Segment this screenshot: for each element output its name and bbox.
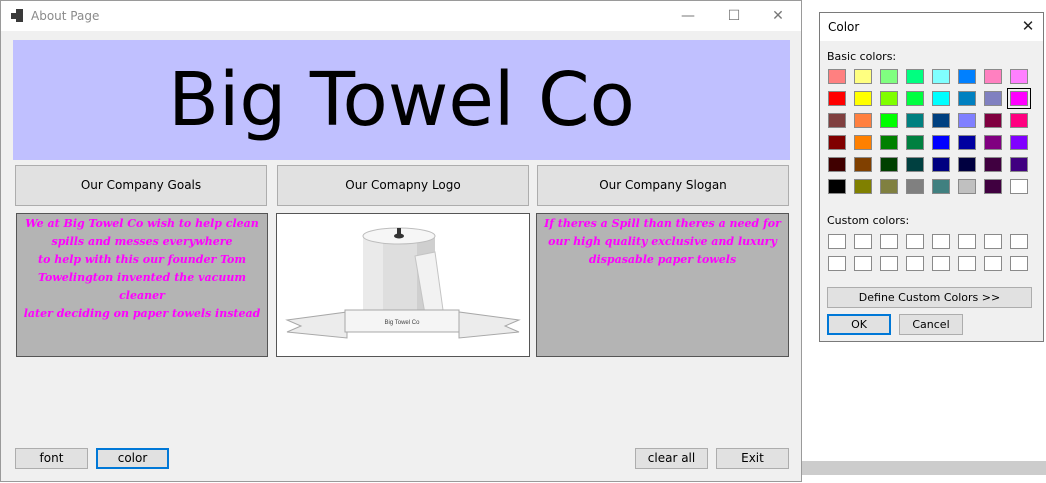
custom-color-swatch-r0-c5[interactable]	[958, 234, 976, 249]
define-custom-colors-button[interactable]: Define Custom Colors >>	[827, 287, 1032, 308]
basic-color-swatch-r5-c2[interactable]	[880, 179, 898, 194]
dialog-title-bar[interactable]: Color ✕	[820, 13, 1043, 41]
basic-color-swatch-r4-c6[interactable]	[984, 157, 1002, 172]
basic-color-swatch-r1-c0[interactable]	[828, 91, 846, 106]
basic-color-swatch-r0-c1[interactable]	[854, 69, 872, 84]
background-strip	[802, 461, 1046, 475]
custom-color-swatch-r1-c5[interactable]	[958, 256, 976, 271]
custom-colors-grid	[828, 234, 1036, 276]
custom-color-swatch-r1-c4[interactable]	[932, 256, 950, 271]
basic-color-swatch-r2-c0[interactable]	[828, 113, 846, 128]
company-slogan-button[interactable]: Our Company Slogan	[537, 165, 789, 206]
custom-color-swatch-r1-c2[interactable]	[880, 256, 898, 271]
color-dialog: Color ✕ Basic colors: Custom colors: Def…	[819, 12, 1044, 342]
basic-color-swatch-r4-c4[interactable]	[932, 157, 950, 172]
logo-picture: Big Towel Co	[276, 213, 530, 357]
about-page-window: About Page — ☐ ✕ Big Towel Co Our Compan…	[0, 0, 802, 482]
basic-color-swatch-r0-c2[interactable]	[880, 69, 898, 84]
custom-color-swatch-r0-c1[interactable]	[854, 234, 872, 249]
basic-color-swatch-r3-c7[interactable]	[1010, 135, 1028, 150]
title-bar[interactable]: About Page — ☐ ✕	[1, 1, 801, 31]
basic-colors-label: Basic colors:	[827, 50, 897, 63]
basic-color-swatch-r4-c2[interactable]	[880, 157, 898, 172]
logo-ribbon-text: Big Towel Co	[385, 320, 421, 326]
basic-color-swatch-r4-c5[interactable]	[958, 157, 976, 172]
custom-color-swatch-r0-c3[interactable]	[906, 234, 924, 249]
app-icon	[11, 9, 25, 23]
company-goals-button[interactable]: Our Company Goals	[15, 165, 267, 206]
clear-all-button[interactable]: clear all	[635, 448, 708, 469]
custom-colors-label: Custom colors:	[827, 214, 910, 227]
custom-color-swatch-r0-c4[interactable]	[932, 234, 950, 249]
basic-color-swatch-r2-c7[interactable]	[1010, 113, 1028, 128]
color-button[interactable]: color	[96, 448, 169, 469]
custom-color-swatch-r1-c7[interactable]	[1010, 256, 1028, 271]
basic-color-swatch-r0-c6[interactable]	[984, 69, 1002, 84]
custom-color-swatch-r1-c1[interactable]	[854, 256, 872, 271]
basic-color-swatch-r1-c6[interactable]	[984, 91, 1002, 106]
custom-color-swatch-r1-c3[interactable]	[906, 256, 924, 271]
custom-color-swatch-r0-c2[interactable]	[880, 234, 898, 249]
font-button[interactable]: font	[15, 448, 88, 469]
custom-color-swatch-r1-c6[interactable]	[984, 256, 1002, 271]
basic-color-swatch-r2-c3[interactable]	[906, 113, 924, 128]
goals-textbox[interactable]: We at Big Towel Co wish to help clean sp…	[16, 213, 268, 357]
cancel-button[interactable]: Cancel	[899, 314, 963, 335]
basic-color-swatch-r2-c6[interactable]	[984, 113, 1002, 128]
basic-color-swatch-r4-c3[interactable]	[906, 157, 924, 172]
exit-button[interactable]: Exit	[716, 448, 789, 469]
paper-towel-roll-logo: Big Towel Co	[285, 227, 521, 339]
basic-color-swatch-r5-c4[interactable]	[932, 179, 950, 194]
custom-color-swatch-r0-c7[interactable]	[1010, 234, 1028, 249]
basic-color-swatch-r0-c5[interactable]	[958, 69, 976, 84]
dialog-close-button[interactable]: ✕	[1016, 15, 1040, 39]
basic-color-swatch-r4-c1[interactable]	[854, 157, 872, 172]
ok-button[interactable]: OK	[827, 314, 891, 335]
basic-color-swatch-r3-c6[interactable]	[984, 135, 1002, 150]
custom-color-swatch-r1-c0[interactable]	[828, 256, 846, 271]
basic-color-swatch-r2-c5[interactable]	[958, 113, 976, 128]
basic-color-swatch-r5-c7[interactable]	[1010, 179, 1028, 194]
basic-color-swatch-r2-c4[interactable]	[932, 113, 950, 128]
basic-color-swatch-r3-c3[interactable]	[906, 135, 924, 150]
basic-color-swatch-r0-c3[interactable]	[906, 69, 924, 84]
goals-text: We at Big Towel Co wish to help clean sp…	[23, 217, 261, 320]
window-title: About Page	[31, 9, 100, 23]
basic-color-swatch-r1-c3[interactable]	[906, 91, 924, 106]
slogan-text: If theres a Spill than theres a need for…	[544, 217, 781, 266]
basic-color-swatch-r3-c1[interactable]	[854, 135, 872, 150]
basic-color-swatch-r3-c0[interactable]	[828, 135, 846, 150]
minimize-button[interactable]: —	[665, 1, 711, 31]
maximize-button[interactable]: ☐	[711, 1, 757, 31]
basic-color-swatch-r0-c4[interactable]	[932, 69, 950, 84]
basic-color-swatch-r3-c4[interactable]	[932, 135, 950, 150]
close-button[interactable]: ✕	[755, 1, 801, 31]
basic-color-swatch-r1-c2[interactable]	[880, 91, 898, 106]
basic-color-swatch-r1-c7[interactable]	[1007, 88, 1031, 109]
basic-color-swatch-r5-c0[interactable]	[828, 179, 846, 194]
company-logo-button[interactable]: Our Comapny Logo	[277, 165, 529, 206]
basic-color-swatch-r1-c1[interactable]	[854, 91, 872, 106]
basic-color-swatch-r5-c3[interactable]	[906, 179, 924, 194]
custom-color-swatch-r0-c0[interactable]	[828, 234, 846, 249]
company-banner: Big Towel Co	[13, 40, 790, 160]
slogan-textbox[interactable]: If theres a Spill than theres a need for…	[536, 213, 789, 357]
basic-color-swatch-r4-c7[interactable]	[1010, 157, 1028, 172]
basic-color-swatch-r5-c1[interactable]	[854, 179, 872, 194]
custom-color-swatch-r0-c6[interactable]	[984, 234, 1002, 249]
basic-color-swatch-r0-c7[interactable]	[1010, 69, 1028, 84]
basic-color-swatch-r1-c4[interactable]	[932, 91, 950, 106]
basic-color-swatch-r0-c0[interactable]	[828, 69, 846, 84]
basic-color-swatch-r1-c5[interactable]	[958, 91, 976, 106]
basic-color-swatch-r3-c5[interactable]	[958, 135, 976, 150]
basic-color-swatch-r2-c2[interactable]	[880, 113, 898, 128]
basic-color-swatch-r5-c5[interactable]	[958, 179, 976, 194]
basic-color-swatch-r4-c0[interactable]	[828, 157, 846, 172]
basic-colors-grid	[828, 69, 1036, 209]
basic-color-swatch-r5-c6[interactable]	[984, 179, 1002, 194]
basic-color-swatch-r2-c1[interactable]	[854, 113, 872, 128]
company-name-heading: Big Towel Co	[168, 57, 635, 143]
basic-color-swatch-r3-c2[interactable]	[880, 135, 898, 150]
dialog-title: Color	[828, 20, 860, 34]
